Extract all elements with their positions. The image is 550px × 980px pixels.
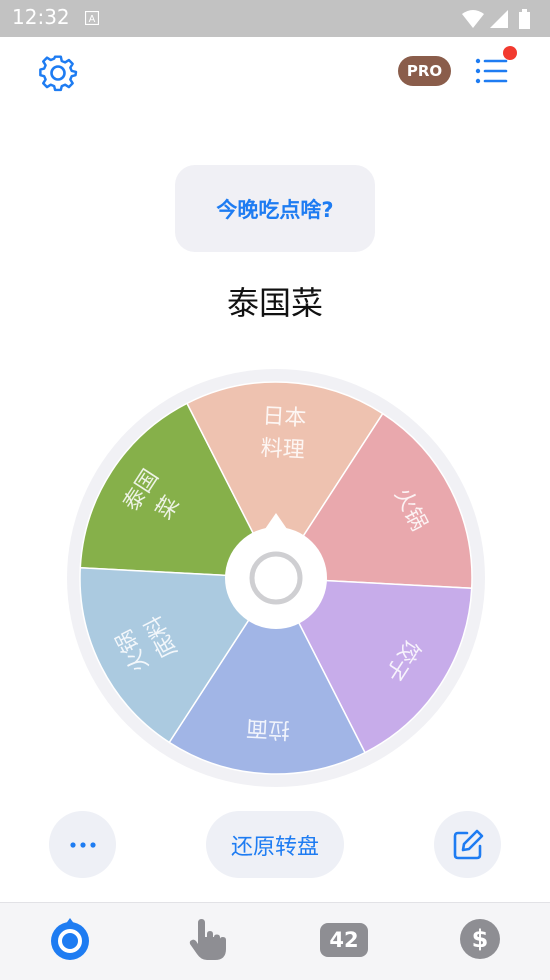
hand-pointer-icon — [189, 919, 226, 960]
result-text: 泰国菜 — [226, 284, 323, 322]
svg-text:$: $ — [472, 925, 489, 953]
status-time: 12:32 — [12, 5, 70, 29]
status-bar: 12:32 A — [0, 0, 550, 37]
tab-touch[interactable] — [186, 917, 230, 961]
notification-dot — [503, 46, 517, 60]
wheel-segment-label: 料理 — [260, 436, 305, 463]
tab-number[interactable]: 42 — [320, 923, 368, 957]
spin-knob[interactable] — [225, 527, 327, 629]
wheel-segment-label: 日本 — [262, 404, 307, 431]
wifi-icon — [462, 10, 484, 28]
spin-wheel[interactable]: 泰国菜日本料理火锅饺子拉面火锅底料 — [65, 367, 487, 789]
dollar-icon: $ — [460, 919, 500, 959]
more-button[interactable] — [49, 811, 116, 878]
wheel-icon — [51, 918, 89, 960]
status-icons — [462, 9, 530, 29]
svg-text:A: A — [89, 14, 96, 25]
ellipsis-icon — [69, 841, 96, 848]
gear-icon — [39, 55, 78, 92]
a-icon: A — [85, 11, 99, 25]
tab-dollar[interactable]: $ — [458, 917, 502, 961]
tab-wheel[interactable] — [48, 917, 92, 961]
reset-wheel-button[interactable]: 还原转盘 — [206, 811, 344, 878]
signal-icon — [490, 10, 508, 28]
edit-button[interactable] — [434, 811, 501, 878]
question-bubble[interactable]: 今晚吃点啥? — [175, 165, 375, 252]
edit-icon — [453, 829, 483, 859]
pro-badge[interactable]: PRO — [398, 56, 451, 86]
battery-icon — [519, 9, 530, 29]
tab-bar: 42 $ — [0, 902, 550, 980]
wheel-segment-label: 拉面 — [245, 715, 290, 742]
settings-button[interactable] — [38, 52, 78, 92]
